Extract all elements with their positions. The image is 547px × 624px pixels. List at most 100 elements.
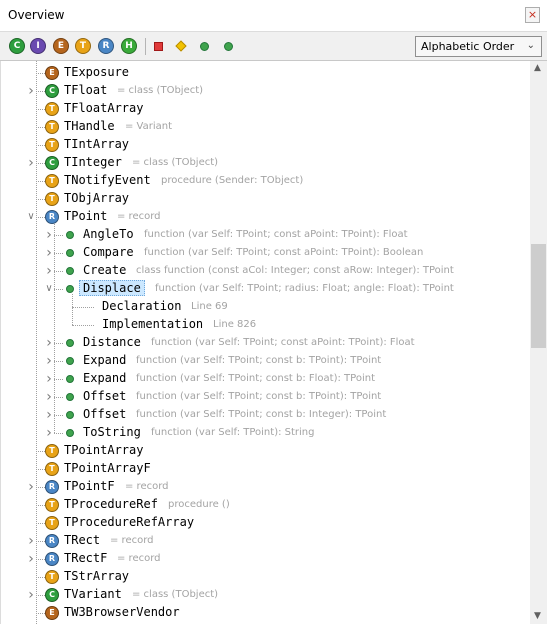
expand-chevron-icon[interactable]: › — [44, 262, 54, 280]
scroll-down-arrow-icon[interactable]: ▼ — [534, 611, 541, 621]
tree-connector-line — [36, 559, 45, 560]
method-icon — [66, 285, 74, 293]
tree-type-item[interactable]: › R TRectF = record — [1, 550, 531, 568]
tree-type-item[interactable]: T TProcedureRefArray — [1, 514, 531, 532]
kind-t-icon: T — [45, 120, 59, 134]
kind-c-icon: C — [9, 38, 25, 54]
tree-connector-line — [54, 397, 63, 398]
tree-item-name: TPoint — [64, 209, 108, 223]
tree-item-description: function (var Self: TPoint; const b: TPo… — [136, 391, 382, 402]
tree-item-name: TFloat — [64, 83, 108, 97]
filter-h-button[interactable]: H — [121, 38, 137, 54]
filter-t-button[interactable]: T — [75, 38, 91, 54]
sort-order-select[interactable]: Alphabetic Order ⌄ — [415, 36, 542, 57]
tree-connector-line — [36, 109, 45, 110]
expand-chevron-icon[interactable]: › — [44, 406, 54, 424]
expand-chevron-icon[interactable]: › — [44, 226, 54, 244]
tree-type-item[interactable]: › C TFloat = class (TObject) — [1, 82, 531, 100]
tree-item-name: TW3BrowserVendor — [64, 605, 180, 619]
kind-r-icon: R — [45, 534, 59, 548]
tree-item-name: TProcedureRefArray — [64, 515, 195, 529]
green-dot-icon[interactable] — [200, 42, 209, 51]
tree-type-item[interactable]: T TProcedureRef procedure () — [1, 496, 531, 514]
tree-item-name: TProcedureRef — [64, 497, 158, 511]
kind-t-icon: T — [45, 174, 59, 188]
scroll-up-arrow-icon[interactable]: ▲ — [534, 63, 541, 73]
tree-type-item[interactable]: ∨ R TPoint = record — [1, 208, 531, 226]
expand-chevron-icon[interactable]: › — [44, 388, 54, 406]
expand-chevron-icon[interactable]: › — [26, 82, 36, 100]
tree-location-item[interactable]: Implementation Line 826 — [1, 316, 531, 334]
yellow-diamond-icon[interactable] — [175, 40, 187, 52]
tree-type-item[interactable]: T TPointArray — [1, 442, 531, 460]
expand-chevron-icon[interactable]: › — [26, 586, 36, 604]
expand-chevron-icon[interactable]: › — [26, 478, 36, 496]
tree-method-item[interactable]: › Expand function (var Self: TPoint; const… — [1, 370, 531, 388]
kind-t-icon: T — [45, 516, 59, 530]
tree-type-item[interactable]: T TPointArrayF — [1, 460, 531, 478]
toolbar-separator — [145, 38, 146, 55]
collapse-chevron-icon[interactable]: ∨ — [26, 208, 36, 226]
tree-method-item[interactable]: › ToString function (var Self: TPoint): St… — [1, 424, 531, 442]
expand-chevron-icon[interactable]: › — [26, 532, 36, 550]
tree-method-item[interactable]: › AngleTo function (var Self: TPoint; cons… — [1, 226, 531, 244]
tree-type-item[interactable]: T TFloatArray — [1, 100, 531, 118]
tree-method-item[interactable]: ∨ Displace function (var Self: TPoint; rad… — [1, 280, 531, 298]
tree-type-item[interactable]: T TNotifyEvent procedure (Sender: TObject) — [1, 172, 531, 190]
kind-i-icon: I — [30, 38, 46, 54]
method-icon — [66, 429, 74, 437]
close-button[interactable]: × — [525, 7, 540, 23]
expand-chevron-icon[interactable]: › — [44, 334, 54, 352]
expand-chevron-icon[interactable]: › — [44, 424, 54, 442]
filter-i-button[interactable]: I — [30, 38, 46, 54]
tree-item-name: TInteger — [64, 155, 122, 169]
kind-c-icon: C — [45, 588, 59, 602]
tree-item-description: = record — [110, 535, 154, 546]
tree-item-description: = class (TObject) — [132, 157, 219, 168]
tree-item-name: Implementation — [102, 317, 204, 331]
tree-type-item[interactable]: › C TVariant = class (TObject) — [1, 586, 531, 604]
expand-chevron-icon[interactable]: › — [44, 370, 54, 388]
collapse-chevron-icon[interactable]: ∨ — [44, 280, 54, 298]
tree-connector-line — [36, 163, 45, 164]
tree-method-item[interactable]: › Offset function (var Self: TPoint; const… — [1, 388, 531, 406]
tree-item-description: = Variant — [125, 121, 173, 132]
kind-t-icon: T — [45, 192, 59, 206]
tree-connector-line — [54, 253, 63, 254]
tree-type-item[interactable]: E TExposure — [1, 64, 531, 82]
green-dot-icon[interactable] — [224, 42, 233, 51]
kind-t-icon: T — [45, 462, 59, 476]
filter-c-button[interactable]: C — [9, 38, 25, 54]
tree-type-item[interactable]: T THandle = Variant — [1, 118, 531, 136]
tree-type-item[interactable]: › C TInteger = class (TObject) — [1, 154, 531, 172]
tree-type-item[interactable]: E TW3BrowserVendor — [1, 604, 531, 622]
expand-chevron-icon[interactable]: › — [26, 154, 36, 172]
vertical-scrollbar[interactable]: ▲ ▼ — [530, 61, 547, 624]
tree-method-item[interactable]: › Distance function (var Self: TPoint; con… — [1, 334, 531, 352]
tree-connector-line — [36, 217, 45, 218]
overview-tree[interactable]: E TExposure › C TFloat = class (TObject) T TFlo… — [0, 61, 531, 624]
tree-type-item[interactable]: › R TRect = record — [1, 532, 531, 550]
expand-chevron-icon[interactable]: › — [26, 550, 36, 568]
kind-h-icon: H — [121, 38, 137, 54]
tree-item-description: = class (TObject) — [132, 589, 219, 600]
tree-type-item[interactable]: › R TPointF = record — [1, 478, 531, 496]
expand-chevron-icon[interactable]: › — [44, 244, 54, 262]
filter-r-button[interactable]: R — [98, 38, 114, 54]
tree-type-item[interactable]: T TObjArray — [1, 190, 531, 208]
kind-r-icon: R — [45, 210, 59, 224]
tree-type-item[interactable]: T TIntArray — [1, 136, 531, 154]
red-square-icon[interactable] — [154, 42, 163, 51]
tree-item-description: Line 69 — [191, 301, 228, 312]
tree-method-item[interactable]: › Offset function (var Self: TPoint; const… — [1, 406, 531, 424]
tree-method-item[interactable]: › Create class function (const aCol: Integ… — [1, 262, 531, 280]
tree-method-item[interactable]: › Expand function (var Self: TPoint; const… — [1, 352, 531, 370]
tree-connector-line — [36, 127, 45, 128]
filter-e-button[interactable]: E — [53, 38, 69, 54]
scrollbar-thumb[interactable] — [531, 244, 546, 348]
tree-method-item[interactable]: › Compare function (var Self: TPoint; cons… — [1, 244, 531, 262]
expand-chevron-icon[interactable]: › — [44, 352, 54, 370]
tree-type-item[interactable]: T TStrArray — [1, 568, 531, 586]
tree-item-name: TRect — [64, 533, 101, 547]
tree-location-item[interactable]: Declaration Line 69 — [1, 298, 531, 316]
